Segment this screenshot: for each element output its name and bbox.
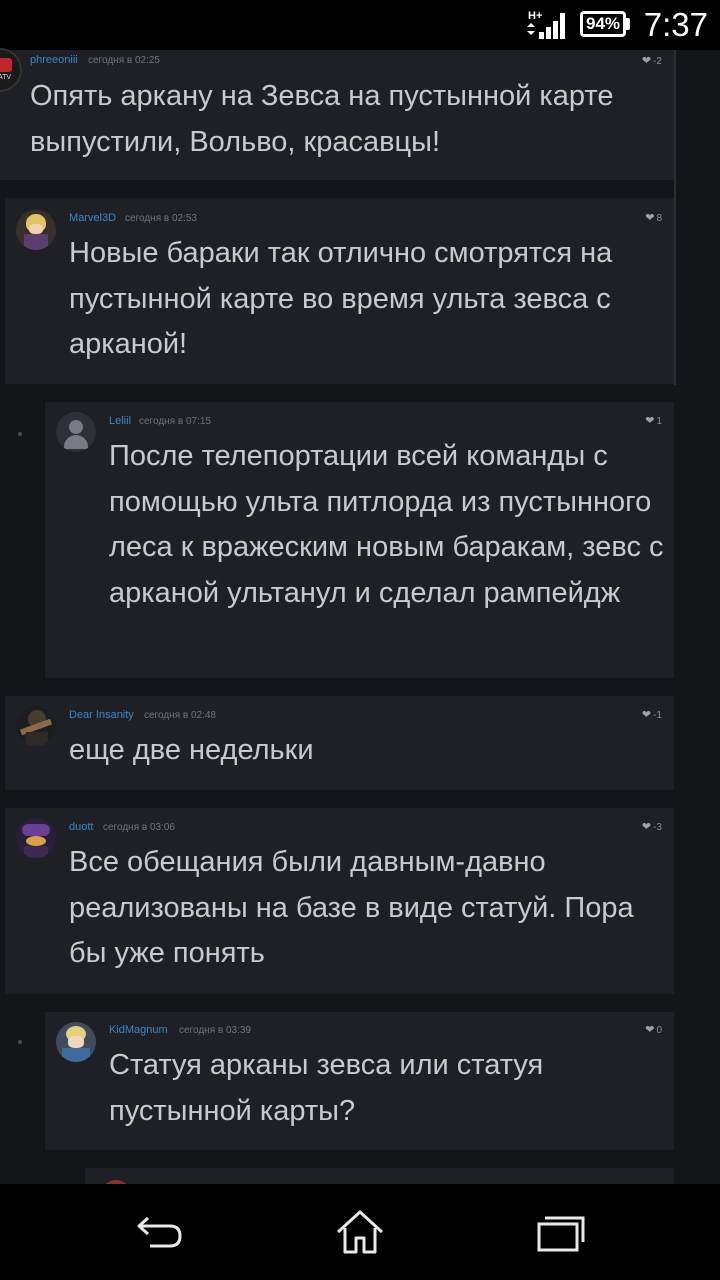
- avatar[interactable]: ATV: [0, 48, 22, 92]
- like-count[interactable]: ❤ -2: [642, 54, 662, 67]
- thread-indicator: [18, 432, 22, 436]
- like-count[interactable]: ❤ -3: [642, 820, 662, 833]
- thread-indicator: [18, 1040, 22, 1044]
- signal-icon: H+: [527, 10, 565, 39]
- comment-date: сегодня в 02:48: [144, 710, 216, 721]
- like-count[interactable]: ❤ 1: [645, 414, 662, 427]
- comment-card: Leliil сегодня в 07:15 ❤ 1 После телепорт…: [45, 402, 674, 678]
- avatar[interactable]: [16, 210, 56, 250]
- recent-apps-icon[interactable]: [530, 1206, 590, 1256]
- like-count[interactable]: ❤ -1: [642, 708, 662, 721]
- heart-icon[interactable]: ❤: [645, 212, 654, 224]
- comment-text: Все обещания были давным-давно реализова…: [69, 846, 634, 969]
- avatar[interactable]: [16, 706, 56, 746]
- comment-text: Статуя арканы зевса или статуя пустынной…: [109, 1049, 544, 1127]
- comment-date: сегодня в 02:25: [88, 55, 160, 66]
- comment-text: еще две недельки: [69, 734, 314, 766]
- comment-card: ATV phreeoniii сегодня в 02:25 ❤-2 Опять…: [0, 48, 674, 180]
- like-count[interactable]: ❤ 8: [645, 211, 662, 224]
- back-arrow-icon[interactable]: [130, 1206, 190, 1256]
- heart-icon[interactable]: ❤: [642, 55, 651, 67]
- comment-date: сегодня в 02:53: [125, 213, 197, 224]
- navigation-bar: [0, 1184, 720, 1280]
- clock: 7:37: [643, 6, 708, 43]
- avatar[interactable]: [16, 818, 56, 858]
- heart-icon[interactable]: ❤: [642, 709, 651, 721]
- heart-icon[interactable]: ❤: [645, 1024, 654, 1036]
- comment-author[interactable]: Leliil: [109, 415, 131, 427]
- comment-author[interactable]: Marvel3D: [69, 212, 116, 224]
- comment-author[interactable]: duott: [69, 821, 93, 833]
- comment-card: Marvel3D сегодня в 02:53 ❤ 8 Новые бараки…: [5, 198, 674, 384]
- comment-text: После телепортации всей команды с помощь…: [109, 440, 664, 609]
- home-icon[interactable]: [330, 1206, 390, 1256]
- comment-author[interactable]: phreeoniii: [30, 54, 78, 66]
- battery-indicator: 94%: [580, 11, 626, 37]
- comment-card: Dear Insanity сегодня в 02:48 ❤ -1 еще дв…: [5, 696, 674, 790]
- comment-text: Новые бараки так отлично смотрятся на пу…: [69, 237, 613, 360]
- comment-card: KidMagnum сегодня в 03:39 ❤ 0 Статуя арка…: [45, 1012, 674, 1150]
- comment-date: сегодня в 03:06: [103, 822, 175, 833]
- battery-icon: [626, 18, 630, 30]
- heart-icon[interactable]: ❤: [645, 415, 654, 427]
- scrollbar[interactable]: [674, 50, 676, 385]
- like-count[interactable]: ❤ 0: [645, 1023, 662, 1036]
- comment-author[interactable]: KidMagnum: [109, 1024, 168, 1036]
- comment-date: сегодня в 07:15: [139, 416, 211, 427]
- comment-text: Опять аркану на Зевса на пустынной карте…: [30, 80, 614, 158]
- heart-icon[interactable]: ❤: [642, 821, 651, 833]
- avatar[interactable]: [56, 1022, 96, 1062]
- comment-card-partial: [85, 1168, 674, 1210]
- comment-author[interactable]: Dear Insanity: [69, 709, 134, 721]
- comment-card: duott сегодня в 03:06 ❤ -3 Все обещания б…: [5, 808, 674, 994]
- status-bar: H+ 94% 7:37: [0, 0, 720, 50]
- avatar[interactable]: [56, 412, 96, 452]
- comment-date: сегодня в 03:39: [179, 1025, 251, 1036]
- network-type: H+: [528, 10, 542, 22]
